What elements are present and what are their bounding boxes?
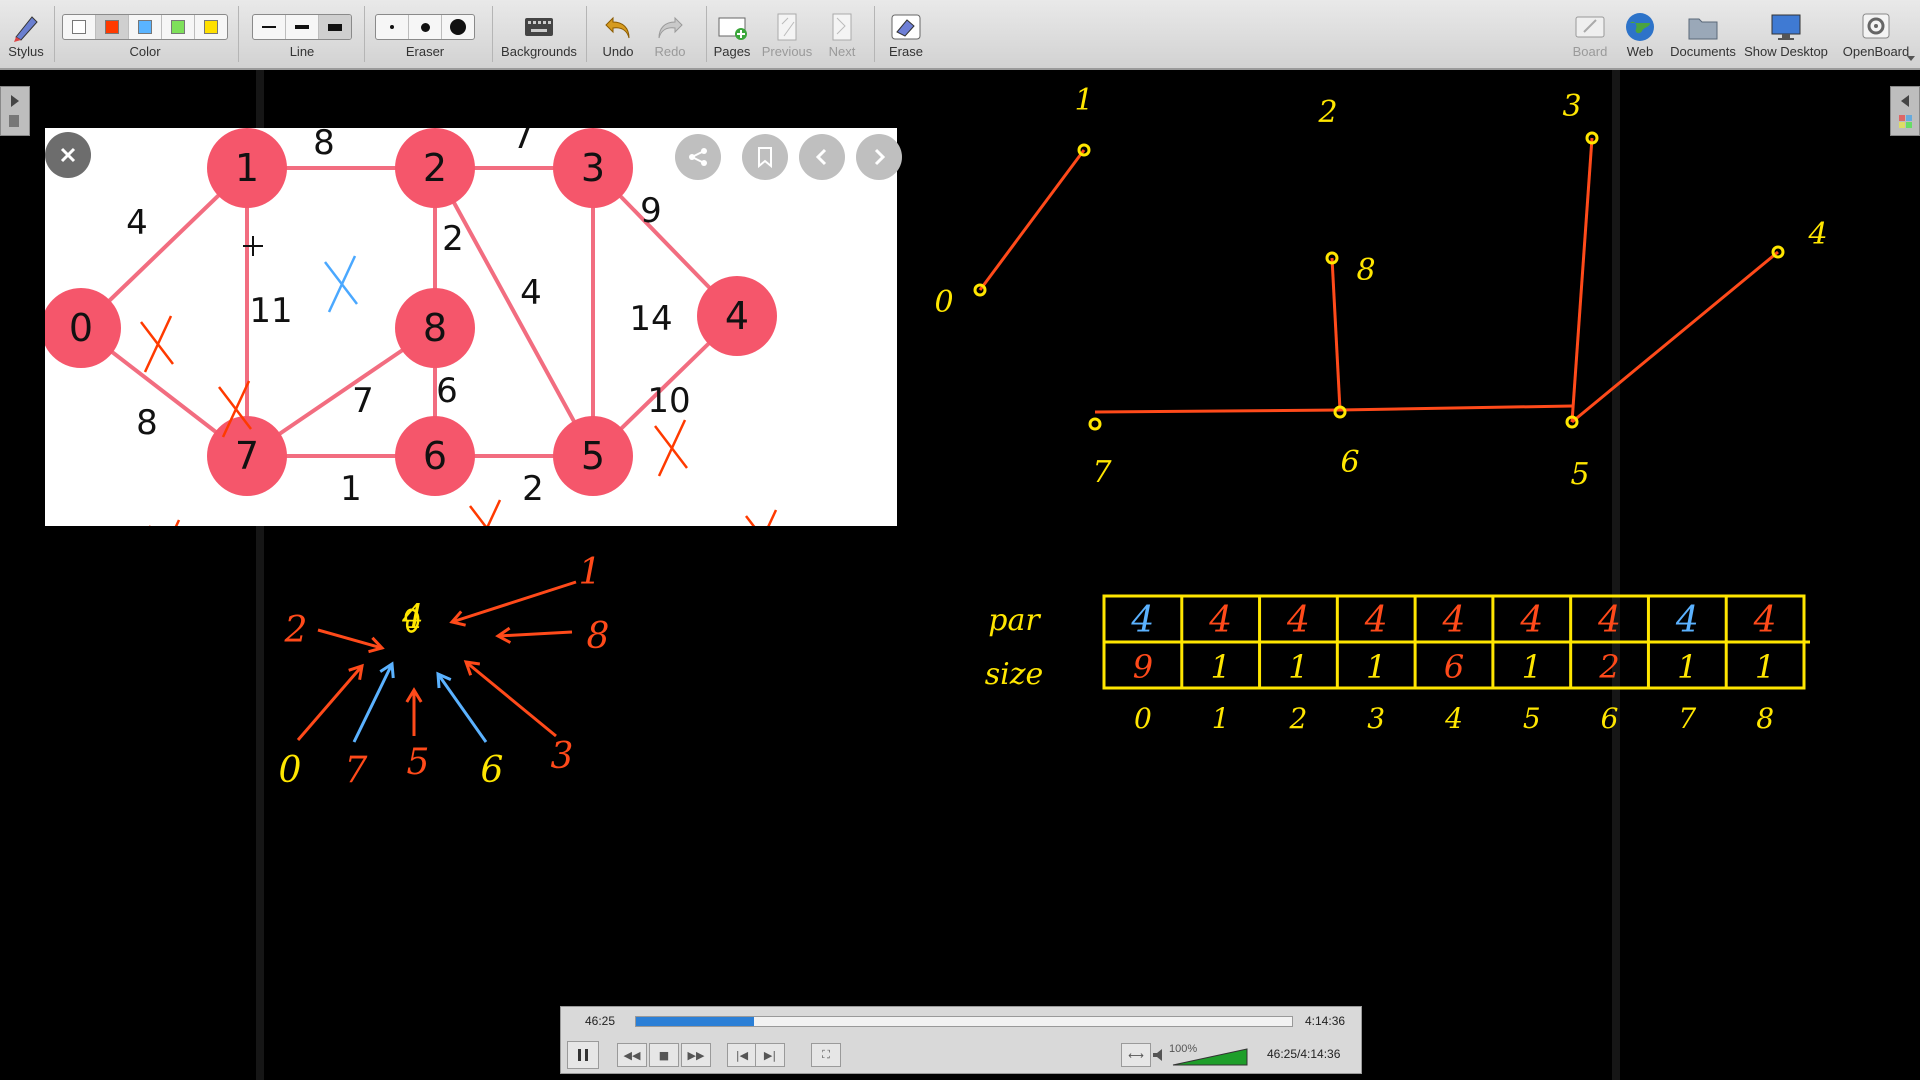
tree-node-label: 3 bbox=[1562, 89, 1581, 124]
index-label: 0 bbox=[1134, 702, 1152, 735]
progress-bar[interactable] bbox=[635, 1016, 1293, 1027]
par-cell: 4 bbox=[1208, 600, 1232, 641]
arrow-stroke bbox=[465, 660, 557, 738]
stop-icon: ■ bbox=[658, 1048, 670, 1062]
pause-icon bbox=[578, 1049, 588, 1061]
arrow-source-label: 7 bbox=[345, 750, 368, 791]
tree-edge bbox=[1571, 250, 1779, 424]
index-label: 2 bbox=[1289, 702, 1308, 735]
aspect-ratio-button[interactable]: ⟷ bbox=[1121, 1043, 1151, 1067]
index-label: 1 bbox=[1212, 702, 1230, 735]
skip-back-icon: |◀ bbox=[735, 1048, 749, 1062]
arrow-stroke bbox=[451, 580, 577, 624]
arrow-source-label: 2 bbox=[284, 610, 308, 651]
arrow-source-label: 1 bbox=[579, 552, 602, 593]
volume-slider[interactable] bbox=[1171, 1047, 1249, 1067]
tree-node-label: 4 bbox=[1807, 217, 1827, 252]
arrow-stroke bbox=[497, 630, 573, 638]
fullscreen-icon: ⛶ bbox=[822, 1048, 830, 1061]
par-cell: 4 bbox=[1130, 600, 1154, 641]
tree-node-label: 5 bbox=[1570, 457, 1589, 492]
volume-icon[interactable] bbox=[1151, 1047, 1167, 1063]
index-label: 8 bbox=[1756, 702, 1774, 735]
index-label: 4 bbox=[1444, 702, 1463, 735]
par-cell: 4 bbox=[1675, 600, 1699, 641]
stop-button[interactable]: ■ bbox=[649, 1043, 679, 1067]
tree-node-label: 1 bbox=[1074, 83, 1093, 118]
table-row-label: par bbox=[988, 603, 1041, 638]
aspect-icon: ⟷ bbox=[1128, 1048, 1144, 1062]
tree-edge bbox=[978, 149, 1086, 291]
arrow-source-label: 6 bbox=[481, 750, 504, 791]
tree-node-label: 6 bbox=[1340, 445, 1359, 480]
rewind-button[interactable]: ◀◀ bbox=[617, 1043, 647, 1067]
size-cell: 1 bbox=[1755, 648, 1775, 686]
tree-node-label: 0 bbox=[934, 285, 953, 320]
tree-edge bbox=[1330, 257, 1342, 411]
handwriting-layer[interactable]: 10286734520 7 5 6 3814 parsize4 4 4 4 4 4 4 4 49 1 1 1 6 1… bbox=[0, 0, 1920, 1080]
tree-node-label: 8 bbox=[1356, 253, 1375, 288]
par-cell: 4 bbox=[1286, 600, 1310, 641]
size-cell: 1 bbox=[1288, 648, 1308, 686]
media-player: 46:25 4:14:36 ◀◀ ■ ▶▶ |◀ ▶| ⛶ ⟷ 100% 46:… bbox=[560, 1006, 1362, 1074]
arrow-source-label: 3 bbox=[551, 736, 574, 777]
index-label: 6 bbox=[1601, 702, 1619, 735]
par-cell: 4 bbox=[1442, 600, 1466, 641]
tree-edge bbox=[1094, 408, 1341, 414]
playback-position: 46:25/4:14:36 bbox=[1267, 1047, 1341, 1061]
fullscreen-button[interactable]: ⛶ bbox=[811, 1043, 841, 1067]
skip-forward-icon: ▶| bbox=[763, 1048, 777, 1062]
arrow-source-label: 5 bbox=[407, 742, 430, 783]
tree-node-label: 2 bbox=[1317, 95, 1337, 130]
total-time: 4:14:36 bbox=[1305, 1014, 1346, 1028]
size-cell: 1 bbox=[1677, 648, 1697, 686]
previous-chapter-button[interactable]: |◀ bbox=[727, 1043, 757, 1067]
arrow-stroke bbox=[296, 665, 364, 741]
fast-forward-icon: ▶▶ bbox=[687, 1048, 705, 1062]
tree-edge bbox=[1570, 137, 1594, 423]
rewind-icon: ◀◀ bbox=[623, 1048, 641, 1062]
table-row-label: size bbox=[985, 657, 1044, 692]
size-cell: 1 bbox=[1210, 648, 1230, 686]
size-cell: 6 bbox=[1444, 648, 1464, 686]
size-cell: 1 bbox=[1522, 648, 1542, 686]
index-label: 3 bbox=[1367, 702, 1385, 735]
arrow-source-label: 0 bbox=[279, 750, 302, 791]
par-cell: 4 bbox=[1753, 600, 1777, 641]
index-label: 7 bbox=[1678, 702, 1696, 735]
size-cell: 9 bbox=[1133, 648, 1153, 686]
arrow-source-label: 8 bbox=[587, 616, 610, 657]
tree-node bbox=[1088, 417, 1102, 431]
progress-fill bbox=[636, 1017, 755, 1026]
tree-node-label: 7 bbox=[1092, 455, 1112, 490]
tree-edge bbox=[1339, 404, 1573, 412]
par-cell: 4 bbox=[1364, 600, 1388, 641]
pause-button[interactable] bbox=[567, 1041, 599, 1069]
par-cell: 4 bbox=[1597, 600, 1621, 641]
fast-forward-button[interactable]: ▶▶ bbox=[681, 1043, 711, 1067]
elapsed-time: 46:25 bbox=[585, 1014, 616, 1028]
next-chapter-button[interactable]: ▶| bbox=[755, 1043, 785, 1067]
par-cell: 4 bbox=[1519, 600, 1543, 641]
index-label: 5 bbox=[1523, 702, 1541, 735]
tree-node bbox=[1333, 405, 1347, 419]
size-cell: 1 bbox=[1366, 648, 1386, 686]
size-cell: 2 bbox=[1598, 648, 1619, 686]
arrow-stroke bbox=[436, 673, 488, 743]
